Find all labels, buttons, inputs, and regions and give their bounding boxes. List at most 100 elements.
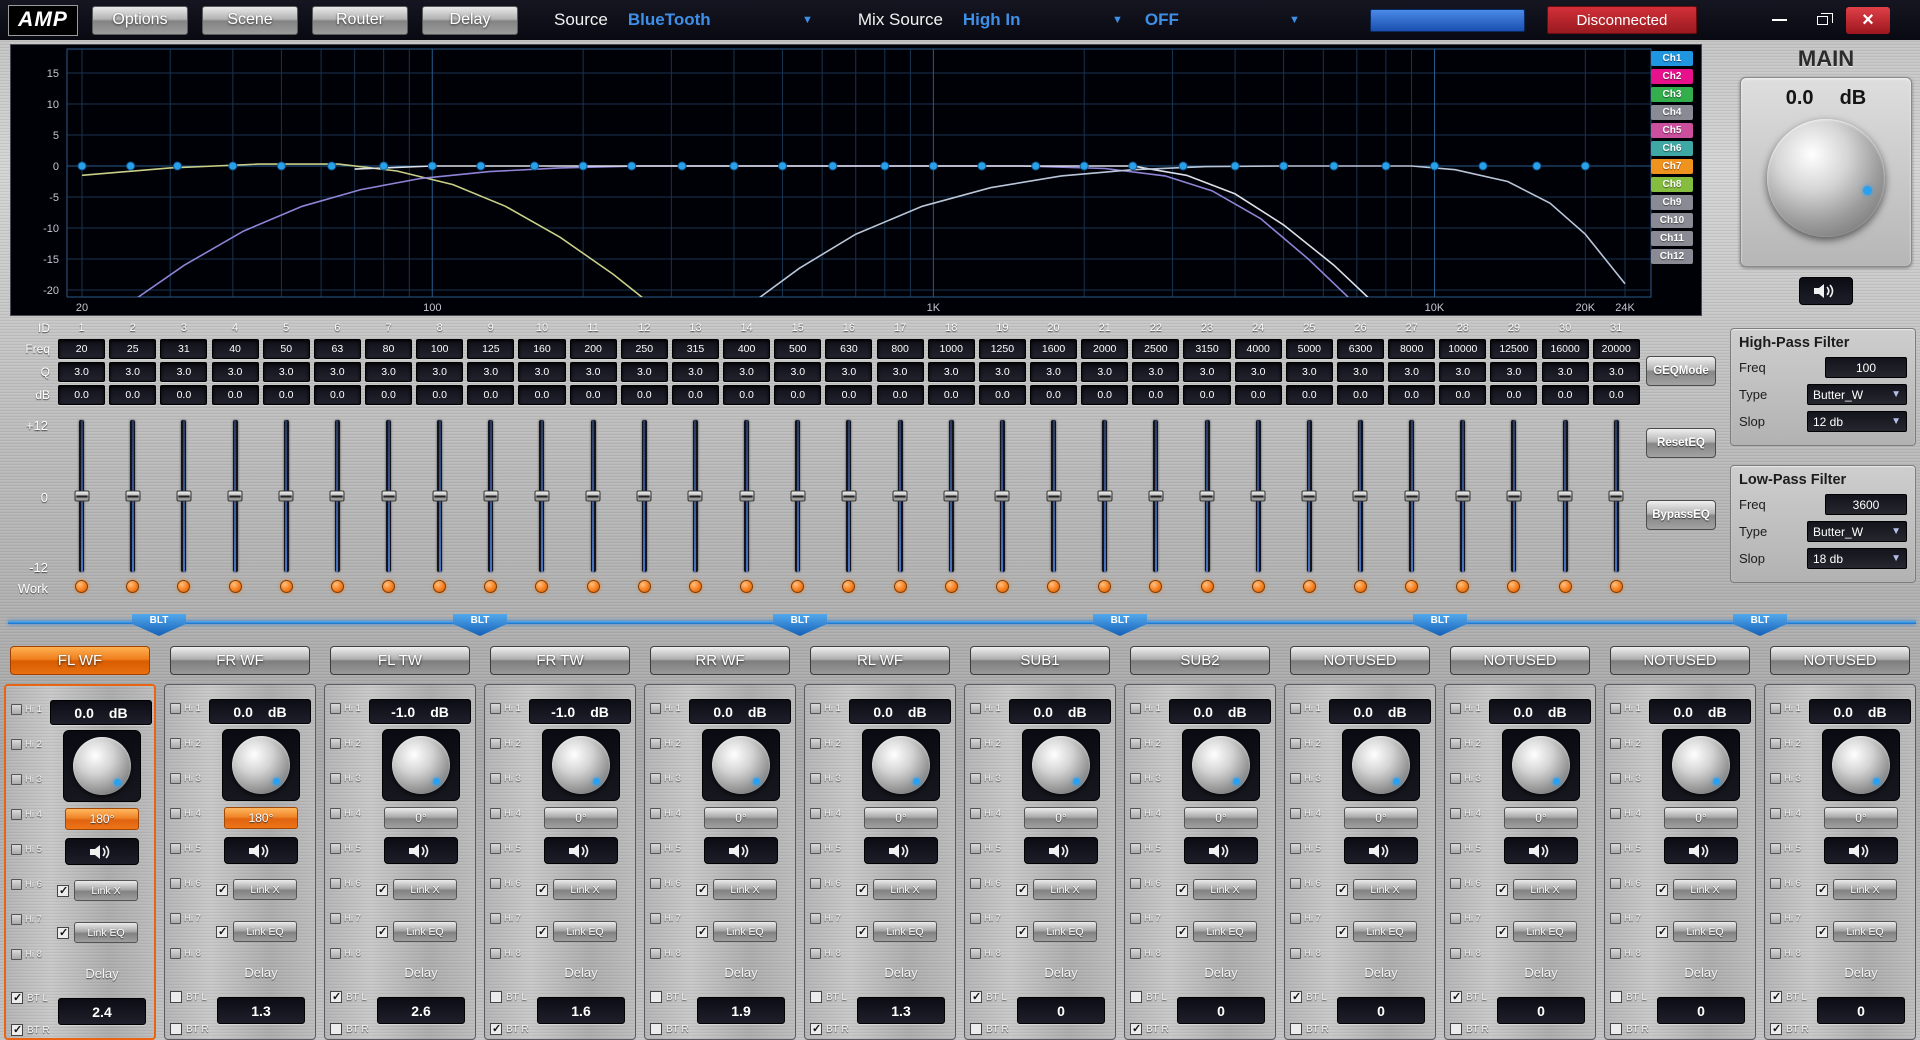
channel-tab-6[interactable]: RL WF bbox=[810, 646, 950, 675]
channel-tab-11[interactable]: NOTUSED bbox=[1610, 646, 1750, 675]
hi-checkbox[interactable] bbox=[1130, 878, 1141, 889]
eq-band-handle[interactable] bbox=[1031, 161, 1041, 171]
eq-band-freq[interactable]: 25 bbox=[109, 339, 157, 359]
hi-checkbox[interactable] bbox=[1770, 773, 1781, 784]
hi-checkbox[interactable] bbox=[1770, 843, 1781, 854]
eq-slider-track[interactable] bbox=[739, 420, 755, 572]
link-eq-button[interactable]: Link EQ bbox=[713, 921, 777, 942]
eq-band-q[interactable]: 3.0 bbox=[1234, 362, 1282, 382]
channel-gain-knob[interactable] bbox=[1192, 736, 1250, 794]
eq-band-freq[interactable]: 31 bbox=[160, 339, 208, 359]
link-eq-checkbox[interactable] bbox=[216, 925, 228, 938]
eq-slider-thumb[interactable] bbox=[1404, 490, 1420, 502]
eq-band-q[interactable]: 3.0 bbox=[671, 362, 719, 382]
link-x-button[interactable]: Link X bbox=[553, 879, 617, 900]
eq-slider-track[interactable] bbox=[1148, 420, 1164, 572]
mix-off-select[interactable]: OFF ▼ bbox=[1145, 10, 1300, 30]
eq-band-db[interactable]: 0.0 bbox=[723, 385, 771, 405]
phase-button[interactable]: 0° bbox=[864, 807, 938, 829]
phase-button[interactable]: 0° bbox=[384, 807, 458, 829]
channel-gain-knob[interactable] bbox=[392, 736, 450, 794]
hi-checkbox[interactable] bbox=[1450, 843, 1461, 854]
eq-slider-thumb[interactable] bbox=[329, 490, 345, 502]
bt-left-checkbox[interactable] bbox=[1450, 990, 1462, 1003]
eq-band-handle[interactable] bbox=[172, 161, 182, 171]
link-x-checkbox[interactable] bbox=[1176, 883, 1188, 896]
channel-tab-9[interactable]: NOTUSED bbox=[1290, 646, 1430, 675]
eq-slider-track[interactable] bbox=[636, 420, 652, 572]
eq-band-q[interactable]: 3.0 bbox=[364, 362, 413, 382]
mix-high-select[interactable]: High In ▼ bbox=[963, 10, 1123, 30]
channel-mute-button[interactable] bbox=[864, 837, 938, 864]
eq-slider-thumb[interactable] bbox=[125, 490, 141, 502]
hi-checkbox[interactable] bbox=[810, 738, 821, 749]
eq-band-db[interactable]: 0.0 bbox=[671, 385, 719, 405]
phase-button[interactable]: 0° bbox=[544, 807, 618, 829]
eq-band-freq[interactable]: 315 bbox=[671, 339, 719, 359]
eq-band-freq[interactable]: 20 bbox=[58, 339, 106, 359]
eq-band-q[interactable]: 3.0 bbox=[1490, 362, 1538, 382]
channel-gain-knob[interactable] bbox=[232, 736, 290, 794]
channel-tab-1[interactable]: FL WF bbox=[10, 646, 150, 675]
eq-slider-thumb[interactable] bbox=[1148, 490, 1164, 502]
eq-slider-track[interactable] bbox=[1404, 420, 1420, 572]
eq-band-freq[interactable]: 100 bbox=[416, 339, 464, 359]
eq-band-handle[interactable] bbox=[1430, 161, 1439, 171]
link-x-checkbox[interactable] bbox=[57, 884, 69, 897]
eq-slider-thumb[interactable] bbox=[841, 490, 857, 502]
eq-band-freq[interactable]: 1250 bbox=[978, 339, 1026, 359]
eq-slider-thumb[interactable] bbox=[227, 490, 243, 502]
eq-slider-thumb[interactable] bbox=[892, 490, 908, 502]
link-eq-button[interactable]: Link EQ bbox=[1353, 921, 1417, 942]
hi-checkbox[interactable] bbox=[11, 704, 22, 715]
hi-checkbox[interactable] bbox=[1290, 738, 1301, 749]
eq-band-q[interactable]: 3.0 bbox=[58, 362, 106, 382]
hi-checkbox[interactable] bbox=[810, 703, 821, 714]
eq-band-db[interactable]: 0.0 bbox=[1439, 385, 1487, 405]
hi-checkbox[interactable] bbox=[970, 948, 981, 959]
eq-band-handle[interactable] bbox=[729, 161, 739, 171]
eq-slider-track[interactable] bbox=[483, 420, 499, 572]
eq-band-handle[interactable] bbox=[530, 161, 539, 171]
eq-band-freq[interactable]: 1000 bbox=[927, 339, 975, 359]
eq-slider-thumb[interactable] bbox=[381, 490, 397, 502]
eq-band-freq[interactable]: 63 bbox=[313, 339, 361, 359]
eq-band-freq[interactable]: 3150 bbox=[1183, 339, 1231, 359]
phase-button[interactable]: 0° bbox=[1024, 807, 1098, 829]
eq-band-freq[interactable]: 12500 bbox=[1490, 339, 1538, 359]
hi-checkbox[interactable] bbox=[1450, 773, 1461, 784]
hi-checkbox[interactable] bbox=[1290, 878, 1301, 889]
bt-left-checkbox[interactable] bbox=[1610, 991, 1622, 1003]
eq-slider-thumb[interactable] bbox=[278, 490, 294, 502]
eq-band-db[interactable]: 0.0 bbox=[364, 385, 413, 405]
bt-right-checkbox[interactable] bbox=[11, 1023, 23, 1036]
eq-band-db[interactable]: 0.0 bbox=[1030, 385, 1078, 405]
eq-band-db[interactable]: 0.0 bbox=[620, 385, 668, 405]
eq-band-freq[interactable]: 40 bbox=[211, 339, 259, 359]
eq-band-handle[interactable] bbox=[427, 161, 437, 171]
eq-band-db[interactable]: 0.0 bbox=[876, 385, 924, 405]
hi-checkbox[interactable] bbox=[330, 808, 341, 819]
eq-slider-thumb[interactable] bbox=[687, 490, 703, 502]
eq-band-handle[interactable] bbox=[1178, 161, 1188, 171]
eq-band-handle[interactable] bbox=[828, 161, 838, 171]
eq-band-q[interactable]: 3.0 bbox=[1030, 362, 1078, 382]
channel-tab-12[interactable]: NOTUSED bbox=[1770, 646, 1910, 675]
link-eq-checkbox[interactable] bbox=[696, 925, 708, 938]
link-eq-button[interactable]: Link EQ bbox=[873, 921, 937, 942]
eq-band-db[interactable]: 0.0 bbox=[160, 385, 208, 405]
bt-left-checkbox[interactable] bbox=[810, 991, 822, 1003]
hi-checkbox[interactable] bbox=[11, 844, 22, 855]
eq-button-reseteq[interactable]: ResetEQ bbox=[1646, 428, 1716, 458]
eq-band-freq[interactable]: 400 bbox=[723, 339, 771, 359]
eq-band-q[interactable]: 3.0 bbox=[774, 362, 822, 382]
phase-button[interactable]: 0° bbox=[1344, 807, 1418, 829]
menu-button-router[interactable]: Router bbox=[312, 5, 408, 35]
hi-checkbox[interactable] bbox=[970, 703, 981, 714]
hi-checkbox[interactable] bbox=[1130, 913, 1141, 924]
channel-mute-button[interactable] bbox=[384, 837, 458, 864]
bt-right-checkbox[interactable] bbox=[1450, 1023, 1462, 1035]
hi-checkbox[interactable] bbox=[1130, 703, 1141, 714]
eq-band-db[interactable]: 0.0 bbox=[774, 385, 822, 405]
hi-checkbox[interactable] bbox=[170, 843, 181, 854]
